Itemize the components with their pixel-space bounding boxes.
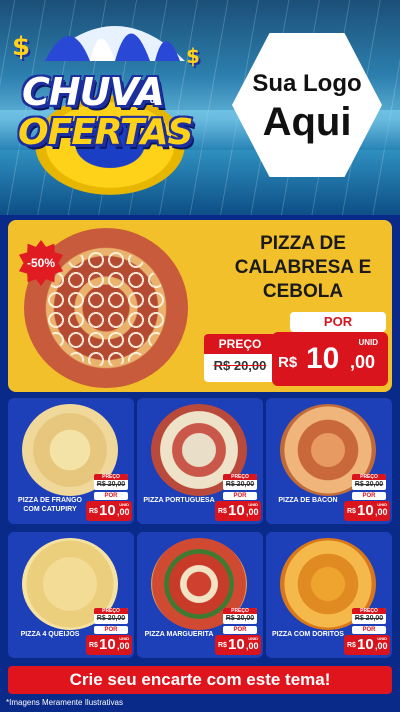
featured-product-name: PIZZA DE CALABRESA E CEBOLA xyxy=(234,233,372,302)
product-grid: PIZZA DE FRANGO COM CATUPIRY PREÇO R$ 20,… xyxy=(4,398,396,660)
dollar-icon: $ xyxy=(12,32,31,62)
por-label: POR xyxy=(94,626,128,634)
old-price: R$ 20,00 xyxy=(354,615,384,622)
old-price: R$ 20,00 xyxy=(96,615,126,622)
product-card[interactable]: PIZZA 4 QUEIJOS PREÇO R$ 20,00 POR R$ 10,0… xyxy=(8,532,134,658)
product-name: PIZZA COM DORITOS xyxy=(272,631,344,638)
title-line2: OFERTAS xyxy=(18,112,193,153)
price-integer: 10 xyxy=(99,636,116,653)
unit-label: UNID xyxy=(119,636,129,641)
price-box: R$ 10,00 UNID xyxy=(86,635,132,655)
old-price-box: PREÇO R$ 20,00 xyxy=(94,474,128,490)
old-price-box: PREÇO R$ 20,00 xyxy=(352,474,386,490)
unit-label: UNID xyxy=(377,502,387,507)
product-name: PIZZA DE BACON xyxy=(278,497,338,504)
price-cents: ,00 xyxy=(375,641,388,651)
por-label: POR xyxy=(290,312,386,332)
header-banner: $ $ CHUVA de OFERTAS Sua Logo Aqui xyxy=(0,0,400,215)
product-card[interactable]: PIZZA DE BACON PREÇO R$ 20,00 POR R$ 10,00… xyxy=(266,398,392,524)
price-cents: ,00 xyxy=(246,641,259,651)
disclaimer-text: *Imagens Meramente Ilustrativas xyxy=(6,698,123,707)
title-small: de xyxy=(150,96,160,105)
currency-symbol: R$ xyxy=(218,642,227,649)
old-price-box: PREÇO R$ 20,00 xyxy=(352,608,386,624)
old-price-box: PREÇO R$ 20,00 xyxy=(223,608,257,624)
unit-label: UNID xyxy=(377,636,387,641)
price-cents: ,00 xyxy=(117,641,130,651)
product-card[interactable]: PIZZA DE FRANGO COM CATUPIRY PREÇO R$ 20,… xyxy=(8,398,134,524)
product-card[interactable]: PIZZA PORTUGUESA PREÇO R$ 20,00 POR R$ 10,… xyxy=(137,398,263,524)
dollar-icon: $ xyxy=(186,44,200,68)
price-box: R$ 10,00 UNID xyxy=(215,501,261,521)
old-price: R$ 20,00 xyxy=(354,481,384,488)
unit-label: UNID xyxy=(248,502,258,507)
unit-label: UNID xyxy=(248,636,258,641)
old-price-box: PREÇO R$ 20,00 xyxy=(204,334,276,382)
currency-symbol: R$ xyxy=(218,508,227,515)
unit-label: UNID xyxy=(119,502,129,507)
price-integer: 10 xyxy=(99,502,116,519)
currency-symbol: R$ xyxy=(278,354,298,371)
price-box: UNID R$ 10 ,00 xyxy=(272,332,388,386)
por-label: POR xyxy=(223,626,257,634)
create-flyer-button[interactable]: Crie seu encarte com este tema! xyxy=(8,666,392,694)
price-box: R$ 10,00 UNID xyxy=(344,501,390,521)
currency-symbol: R$ xyxy=(347,508,356,515)
product-card[interactable]: PIZZA COM DORITOS PREÇO R$ 20,00 POR R$ 10… xyxy=(266,532,392,658)
price-integer: 10 xyxy=(306,342,340,375)
old-price: R$ 20,00 xyxy=(225,481,255,488)
por-label: POR xyxy=(94,492,128,500)
unit-label: UNID xyxy=(358,338,378,347)
currency-symbol: R$ xyxy=(89,508,98,515)
price-cents: ,00 xyxy=(350,352,376,372)
price-integer: 10 xyxy=(357,502,374,519)
price-box: R$ 10,00 UNID xyxy=(344,635,390,655)
preco-label: PREÇO xyxy=(204,334,276,354)
por-label: POR xyxy=(352,492,386,500)
title-line1: CHUVA xyxy=(22,70,165,114)
product-name: PIZZA DE FRANGO COM CATUPIRY xyxy=(18,497,82,513)
price-box: R$ 10,00 UNID xyxy=(86,501,132,521)
featured-product-card[interactable]: -50% PIZZA DE CALABRESA E CEBOLA POR PRE… xyxy=(8,220,392,392)
logo-text-line2: Aqui xyxy=(262,100,352,144)
por-label: POR xyxy=(352,626,386,634)
price-cents: ,00 xyxy=(375,507,388,517)
currency-symbol: R$ xyxy=(89,642,98,649)
product-name: PIZZA 4 QUEIJOS xyxy=(20,631,80,638)
old-price: R$ 20,00 xyxy=(225,615,255,622)
old-price-box: PREÇO R$ 20,00 xyxy=(223,474,257,490)
product-card[interactable]: PIZZA MARGUERITA PREÇO R$ 20,00 POR R$ 10,… xyxy=(137,532,263,658)
price-integer: 10 xyxy=(228,502,245,519)
price-cents: ,00 xyxy=(117,507,130,517)
old-price-box: PREÇO R$ 20,00 xyxy=(94,608,128,624)
old-price: R$ 20,00 xyxy=(213,358,267,373)
onion-topping xyxy=(46,250,166,366)
product-name: PIZZA MARGUERITA xyxy=(144,631,214,638)
por-label: POR xyxy=(223,492,257,500)
price-cents: ,00 xyxy=(246,507,259,517)
price-box: R$ 10,00 UNID xyxy=(215,635,261,655)
product-name: PIZZA PORTUGUESA xyxy=(143,497,215,504)
price-integer: 10 xyxy=(228,636,245,653)
umbrella-icon xyxy=(45,26,185,61)
currency-symbol: R$ xyxy=(347,642,356,649)
price-integer: 10 xyxy=(357,636,374,653)
logo-text-line1: Sua Logo xyxy=(252,70,362,97)
old-price: R$ 20,00 xyxy=(96,481,126,488)
